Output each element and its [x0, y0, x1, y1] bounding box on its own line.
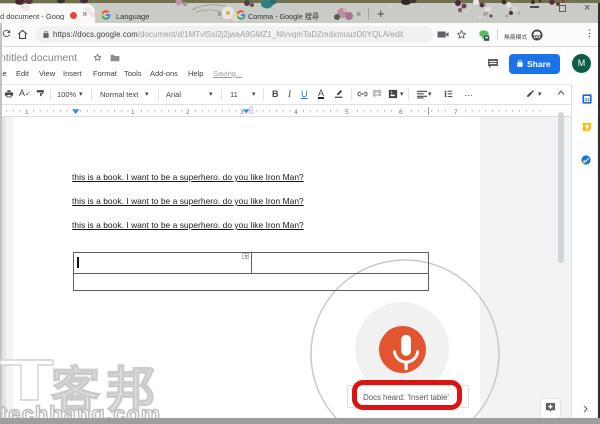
- svg-text:6: 6: [399, 109, 403, 116]
- svg-text:3: 3: [240, 109, 244, 116]
- svg-text:31: 31: [584, 97, 590, 102]
- svg-text:1: 1: [25, 109, 29, 116]
- svg-text:4: 4: [294, 109, 298, 116]
- svg-text:2: 2: [186, 109, 190, 116]
- svg-text:5: 5: [345, 109, 349, 116]
- svg-text:1: 1: [131, 109, 135, 116]
- svg-text:7: 7: [454, 109, 458, 116]
